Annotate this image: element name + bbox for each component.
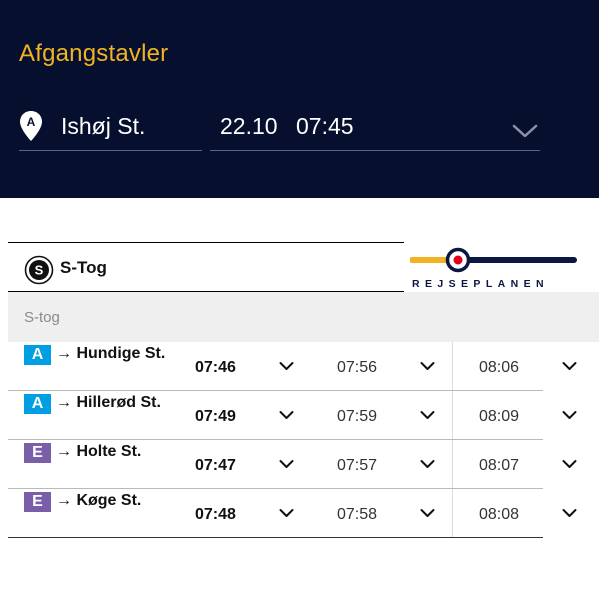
- chevron-down-icon[interactable]: [562, 361, 577, 371]
- mode-header: S S-Tog: [8, 242, 404, 292]
- chevron-down-icon[interactable]: [420, 410, 435, 420]
- departure-time: 07:47: [195, 457, 236, 474]
- brand-name: REJSEPLANEN: [412, 278, 550, 290]
- line-badge: E: [24, 492, 51, 512]
- s-train-icon: S: [24, 255, 54, 285]
- chevron-down-icon[interactable]: [279, 410, 294, 420]
- date-value: 22.10: [220, 113, 278, 139]
- category-header: S-tog: [8, 292, 599, 342]
- departure-time: 07:57: [337, 457, 378, 474]
- departure-time: 08:08: [479, 506, 520, 523]
- time-value: 07:45: [296, 113, 354, 139]
- departure-row: E → Køge St. 07:48 07:58 08:08: [8, 489, 577, 538]
- departure-row: A → Hillerød St. 07:49 07:59 08:09: [8, 391, 577, 440]
- line-badge: A: [24, 345, 51, 365]
- chevron-down-icon[interactable]: [512, 123, 538, 139]
- mode-name: S-Tog: [60, 258, 107, 277]
- departure-time: 07:46: [195, 359, 236, 376]
- departure-time: 08:09: [479, 408, 520, 425]
- datetime-picker[interactable]: 22.10 07:45: [210, 105, 540, 151]
- chevron-down-icon[interactable]: [562, 459, 577, 469]
- chevron-down-icon[interactable]: [279, 361, 294, 371]
- chevron-down-icon[interactable]: [279, 459, 294, 469]
- chevron-down-icon[interactable]: [279, 508, 294, 518]
- chevron-down-icon[interactable]: [562, 508, 577, 518]
- map-pin-icon: A: [20, 111, 42, 141]
- category-label: S-tog: [24, 309, 60, 326]
- departure-row: A → Hundige St. 07:46 07:56 08:06: [8, 342, 577, 391]
- chevron-down-icon[interactable]: [562, 410, 577, 420]
- s-train-letter: S: [35, 263, 44, 278]
- page-title: Afgangstavler: [19, 40, 169, 67]
- departure-time: 07:49: [195, 408, 236, 425]
- departure-time: 08:07: [479, 457, 520, 474]
- departure-time: 07:56: [337, 359, 378, 376]
- line-badge: A: [24, 394, 51, 414]
- departure-row: E → Holte St. 07:47 07:57 08:07: [8, 440, 577, 489]
- destination: → Holte St.: [56, 443, 142, 460]
- chevron-down-icon[interactable]: [420, 508, 435, 518]
- departure-time: 07:59: [337, 408, 378, 425]
- station-input[interactable]: Ishøj St.: [61, 113, 145, 140]
- destination: → Hundige St.: [56, 345, 166, 362]
- line-badge: E: [24, 443, 51, 463]
- departure-time: 08:06: [479, 359, 520, 376]
- destination: → Køge St.: [56, 492, 142, 509]
- destination: → Hillerød St.: [56, 394, 161, 411]
- chevron-down-icon[interactable]: [420, 459, 435, 469]
- header-bar: Afgangstavler A Ishøj St. 22.10 07:45: [0, 0, 599, 198]
- pin-letter: A: [27, 115, 36, 129]
- departure-board: S S-Tog REJSEPLANEN S-tog A → Hundige St…: [8, 242, 599, 538]
- departure-time: 07:48: [195, 506, 236, 523]
- departure-time: 07:58: [337, 506, 378, 523]
- chevron-down-icon[interactable]: [420, 361, 435, 371]
- station-field[interactable]: A Ishøj St.: [19, 105, 202, 151]
